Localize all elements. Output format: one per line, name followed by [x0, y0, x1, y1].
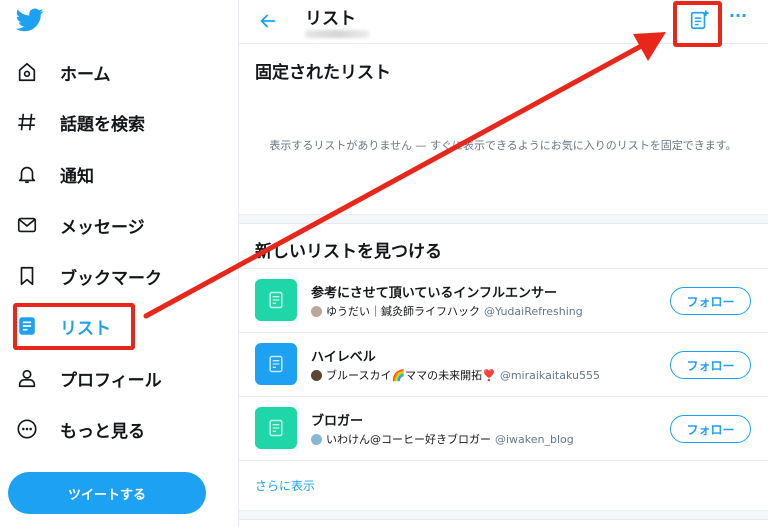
sidebar: ホーム 話題を検索 通知 メッセージ ブックマーク リスト プロフィール もっと…: [0, 0, 238, 527]
highlight-box-new-list: [673, 1, 722, 47]
list-thumbnail: [255, 407, 297, 449]
tweet-button[interactable]: ツイートする: [8, 472, 206, 514]
hashtag-icon: [14, 109, 40, 135]
nav-bookmarks-label: ブックマーク: [60, 268, 162, 289]
owner-handle: @YudaiRefreshing: [484, 304, 583, 318]
main-column: リスト ··· 固定されたリスト 表示するリストがありません — すぐに表示でき…: [238, 0, 768, 527]
owner-name: いわけん@コーヒー好きブロガー: [326, 433, 491, 446]
nav-home-label: ホーム: [60, 64, 111, 85]
more-options-button[interactable]: ···: [727, 8, 749, 30]
list-name: ブロガー: [311, 414, 364, 429]
pinned-empty-message: 表示するリストがありません — すぐに表示できるようにお気に入りのリストを固定で…: [269, 139, 737, 152]
list-owner: いわけん@コーヒー好きブロガー @iwaken_blog: [311, 431, 574, 447]
nav-explore-label: 話題を検索: [60, 114, 145, 135]
list-thumbnail: [255, 279, 297, 321]
more-circle-icon: [14, 416, 40, 442]
list-owner: ブルースカイ🌈ママの未来開拓❣️ @miraikaitaku555: [311, 367, 600, 383]
nav-messages[interactable]: メッセージ: [14, 205, 145, 245]
pinned-lists-title: 固定されたリスト: [255, 63, 391, 83]
nav-messages-label: メッセージ: [60, 217, 145, 238]
nav-home[interactable]: ホーム: [14, 52, 111, 92]
nav-more[interactable]: もっと見る: [14, 409, 145, 449]
page-title: リスト: [305, 9, 356, 29]
owner-handle: @iwaken_blog: [495, 432, 574, 446]
section-divider: [239, 214, 768, 224]
nav-notifications-label: 通知: [60, 166, 94, 187]
back-arrow-icon[interactable]: [257, 10, 279, 32]
avatar: [311, 369, 322, 381]
follow-button[interactable]: フォロー: [670, 287, 751, 315]
bookmark-icon: [14, 263, 40, 289]
owner-handle: @miraikaitaku555: [499, 368, 600, 382]
bell-icon: [14, 161, 40, 187]
avatar: [311, 305, 322, 317]
nav-profile[interactable]: プロフィール: [14, 358, 162, 398]
nav-more-label: もっと見る: [60, 421, 145, 442]
bird-icon[interactable]: [15, 8, 44, 32]
list-thumbnail: [255, 343, 297, 385]
blurred-username: [305, 30, 369, 38]
list-owner: ゆうだい｜鍼灸師ライフハック @YudaiRefreshing: [311, 303, 583, 319]
section-divider: [239, 510, 768, 520]
list-item[interactable]: 参考にさせて頂いているインフルエンサー ゆうだい｜鍼灸師ライフハック @Yuda…: [239, 269, 768, 331]
nav-bookmarks[interactable]: ブックマーク: [14, 256, 162, 296]
avatar: [311, 433, 322, 445]
follow-button[interactable]: フォロー: [670, 415, 751, 443]
person-icon: [14, 365, 40, 391]
list-name: 参考にさせて頂いているインフルエンサー: [311, 286, 557, 301]
nav-profile-label: プロフィール: [60, 370, 162, 391]
show-more-link[interactable]: さらに表示: [255, 477, 315, 494]
list-item[interactable]: ハイレベル ブルースカイ🌈ママの未来開拓❣️ @miraikaitaku555 …: [239, 333, 768, 395]
discover-lists-title: 新しいリストを見つける: [255, 242, 442, 262]
envelope-icon: [14, 212, 40, 238]
highlight-box-lists: [13, 303, 135, 350]
owner-name: ゆうだい｜鍼灸師ライフハック: [326, 305, 480, 318]
nav-notifications[interactable]: 通知: [14, 154, 94, 194]
owner-name: ブルースカイ🌈ママの未来開拓❣️: [326, 369, 496, 382]
nav-explore[interactable]: 話題を検索: [14, 102, 145, 142]
follow-button[interactable]: フォロー: [670, 351, 751, 379]
home-icon: [14, 59, 40, 85]
list-name: ハイレベル: [311, 350, 376, 365]
list-item[interactable]: ブロガー いわけん@コーヒー好きブロガー @iwaken_blog フォロー: [239, 397, 768, 459]
row-divider: [239, 460, 768, 461]
